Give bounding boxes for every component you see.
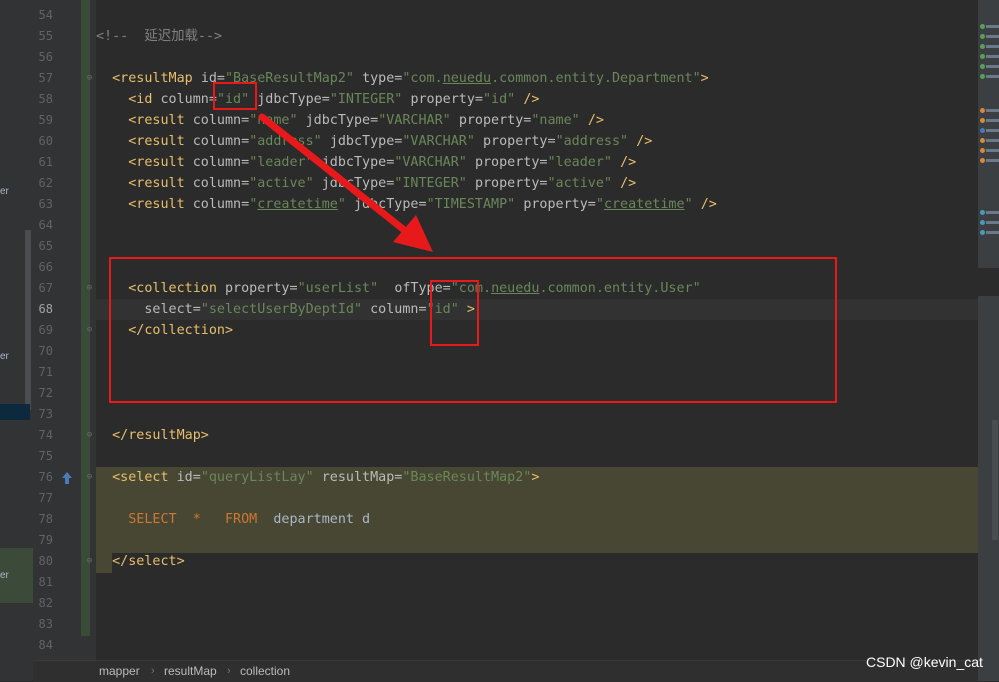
breadcrumb-collection[interactable]: collection — [240, 661, 290, 681]
breadcrumb-separator: › — [151, 665, 155, 677]
class-icon[interactable] — [980, 44, 985, 49]
structure-entry — [986, 159, 999, 162]
structure-entry — [986, 25, 999, 28]
structure-entry — [986, 65, 999, 68]
class-icon[interactable] — [980, 54, 985, 59]
file-icon[interactable] — [980, 108, 985, 113]
breadcrumb-mapper[interactable]: mapper — [99, 661, 140, 681]
breadcrumb-separator: › — [227, 665, 231, 677]
file-icon[interactable] — [980, 148, 985, 153]
structure-entry — [986, 221, 999, 224]
structure-entry — [986, 109, 999, 112]
right-tool-window-strip — [978, 0, 999, 681]
class-icon[interactable] — [980, 74, 985, 79]
breadcrumb: mapper › resultMap › collection — [33, 660, 978, 682]
structure-entry — [986, 211, 999, 214]
structure-entry — [986, 35, 999, 38]
file-icon[interactable] — [980, 230, 985, 235]
mybatis-gutter-icon[interactable] — [60, 471, 74, 485]
class-icon[interactable] — [980, 34, 985, 39]
file-icon[interactable] — [980, 210, 985, 215]
file-icon[interactable] — [980, 220, 985, 225]
structure-entry — [986, 231, 999, 234]
breadcrumb-resultmap[interactable]: resultMap — [164, 661, 217, 681]
structure-entry — [986, 119, 999, 122]
class-icon[interactable] — [980, 64, 985, 69]
structure-entry — [986, 129, 999, 132]
class-icon[interactable] — [980, 24, 985, 29]
file-icon[interactable] — [980, 138, 985, 143]
csdn-watermark: CSDN @kevin_cat — [866, 654, 983, 670]
structure-entry — [986, 75, 999, 78]
panel-divider — [978, 268, 999, 296]
structure-entry — [986, 45, 999, 48]
structure-entry — [986, 139, 999, 142]
right-panel-scrollbar[interactable] — [992, 420, 998, 540]
file-icon[interactable] — [980, 128, 985, 133]
structure-entry — [986, 149, 999, 152]
file-icon[interactable] — [980, 158, 985, 163]
structure-entry — [986, 55, 999, 58]
file-icon[interactable] — [980, 118, 985, 123]
annotation-arrow — [258, 113, 433, 252]
